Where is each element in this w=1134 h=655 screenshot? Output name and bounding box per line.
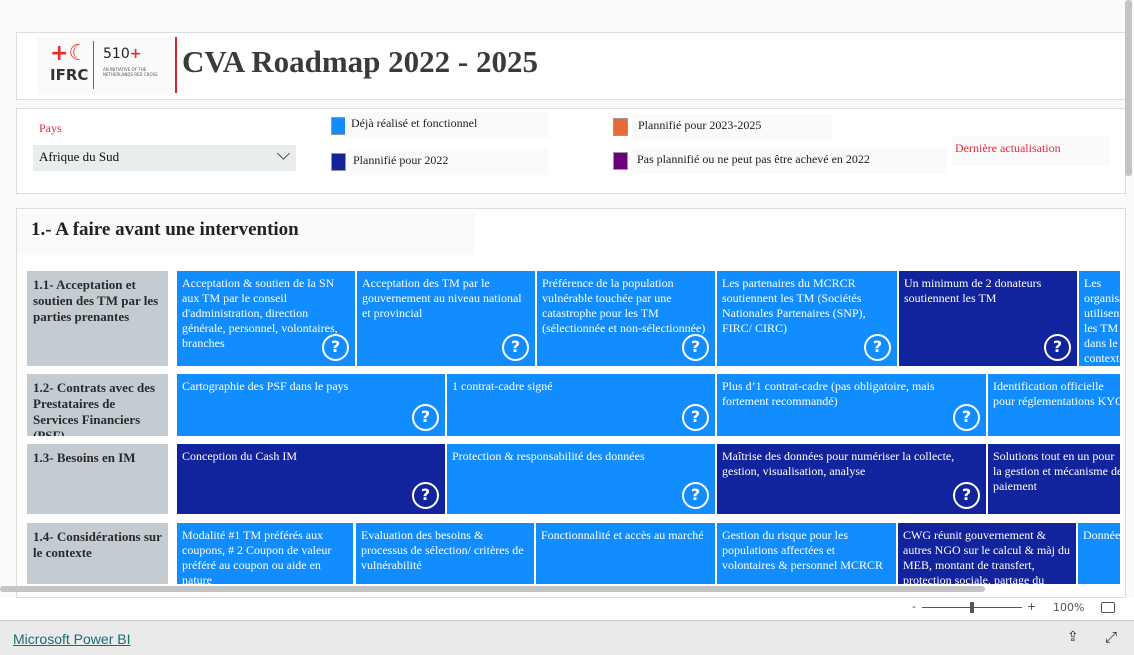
roadmap-tile[interactable]: Les partenaires du MCRCR soutiennent les… <box>717 271 897 366</box>
tile-text: Acceptation des TM par le gouvernement a… <box>362 276 522 320</box>
tile-text: Maîtrise des données pour numériser la c… <box>722 449 955 478</box>
fit-to-page-icon[interactable] <box>1101 602 1115 613</box>
tile-text: Cartographie des PSF dans le pays <box>182 379 349 393</box>
zoom-level: 100% <box>1053 601 1085 614</box>
zoom-bar: - + 100% <box>0 598 1134 620</box>
fullscreen-icon[interactable]: ⤢ <box>1105 628 1117 646</box>
roadmap-tile[interactable]: Modalité #1 TM préférés aux coupons, # 2… <box>177 523 353 584</box>
share-icon[interactable]: ⇪ <box>1067 629 1079 645</box>
tile-text: Préférence de la population vulnérable t… <box>542 276 706 335</box>
zoom-out-button[interactable]: - <box>912 600 916 613</box>
vertical-scrollbar[interactable] <box>1125 0 1132 176</box>
tile-text: Modalité #1 TM préférés aux coupons, # 2… <box>182 528 332 584</box>
roadmap-tile[interactable]: Conception du Cash IM? <box>177 444 445 514</box>
help-icon[interactable]: ? <box>412 482 439 509</box>
help-icon[interactable]: ? <box>682 334 709 361</box>
tile-text: Conception du Cash IM <box>182 449 297 463</box>
tile-text: Solutions tout en un pour la gestion et … <box>993 449 1120 493</box>
help-icon[interactable]: ? <box>502 334 529 361</box>
tile-text: Protection & responsabilité des données <box>452 449 645 463</box>
row-label: 1.1- Acceptation et soutien des TM par l… <box>27 271 168 366</box>
zoom-in-button[interactable]: + <box>1027 600 1036 613</box>
roadmap-grid: 1.1- Acceptation et soutien des TM par l… <box>0 0 1120 584</box>
tile-text: 1 contrat-cadre signé <box>452 379 553 393</box>
help-icon[interactable]: ? <box>953 404 980 431</box>
roadmap-tile[interactable]: Evaluation des besoins & processus de sé… <box>356 523 534 584</box>
tile-text: Données <box>1083 528 1120 542</box>
power-bi-link[interactable]: Microsoft Power BI <box>13 631 130 647</box>
roadmap-tile[interactable]: Identification officielle pour réglement… <box>988 374 1120 436</box>
help-icon[interactable]: ? <box>682 482 709 509</box>
zoom-slider-handle[interactable] <box>970 602 974 613</box>
tile-text: Un minimum de 2 donateurs soutiennent le… <box>904 276 1042 305</box>
help-icon[interactable]: ? <box>1044 334 1071 361</box>
roadmap-tile[interactable]: 1 contrat-cadre signé? <box>447 374 715 436</box>
roadmap-tile[interactable]: Protection & responsabilité des données? <box>447 444 715 514</box>
help-icon[interactable]: ? <box>412 404 439 431</box>
tile-text: CWG réunit gouvernement & autres NGO sur… <box>903 528 1070 584</box>
help-icon[interactable]: ? <box>322 334 349 361</box>
tile-text: Acceptation & soutien de la SN aux TM pa… <box>182 276 338 350</box>
tile-text: Les partenaires du MCRCR soutiennent les… <box>722 276 866 335</box>
tile-text: Plus d’1 contrat-cadre (pas obligatoire,… <box>722 379 935 408</box>
horizontal-scrollbar[interactable] <box>0 586 985 592</box>
row-label: 1.3- Besoins en IM <box>27 444 168 514</box>
roadmap-tile[interactable]: Plus d’1 contrat-cadre (pas obligatoire,… <box>717 374 986 436</box>
roadmap-tile[interactable]: CWG réunit gouvernement & autres NGO sur… <box>898 523 1076 584</box>
tile-text: Identification officielle pour réglement… <box>993 379 1120 408</box>
roadmap-tile[interactable]: Maîtrise des données pour numériser la c… <box>717 444 986 514</box>
help-icon[interactable]: ? <box>682 404 709 431</box>
tile-text: Gestion du risque pour les populations a… <box>722 528 883 572</box>
roadmap-tile[interactable]: Cartographie des PSF dans le pays? <box>177 374 445 436</box>
tile-text: Les organisations utilisent les TM dans … <box>1084 276 1120 365</box>
row-label: 1.2- Contrats avec des Prestataires de S… <box>27 374 168 436</box>
roadmap-tile[interactable]: Les organisations utilisent les TM dans … <box>1079 271 1120 366</box>
roadmap-tile[interactable]: Un minimum de 2 donateurs soutiennent le… <box>899 271 1077 366</box>
tile-text: Fonctionnalité et accès au marché <box>541 528 704 542</box>
roadmap-tile[interactable]: Acceptation & soutien de la SN aux TM pa… <box>177 271 355 366</box>
help-icon[interactable]: ? <box>864 334 891 361</box>
roadmap-tile[interactable]: Préférence de la population vulnérable t… <box>537 271 715 366</box>
roadmap-tile[interactable]: Gestion du risque pour les populations a… <box>717 523 896 584</box>
footer-bar: Microsoft Power BI ⇪ ⤢ <box>0 620 1134 655</box>
tile-text: Evaluation des besoins & processus de sé… <box>361 528 524 572</box>
roadmap-tile[interactable]: Solutions tout en un pour la gestion et … <box>988 444 1120 514</box>
roadmap-tile[interactable]: Données <box>1078 523 1120 584</box>
roadmap-tile[interactable]: Fonctionnalité et accès au marché <box>536 523 715 584</box>
report-canvas: +☾ IFRC 510+ AN INITIATIVE OF THE NETHER… <box>0 0 1134 598</box>
roadmap-tile[interactable]: Acceptation des TM par le gouvernement a… <box>357 271 535 366</box>
row-label: 1.4- Considérations sur le contexte <box>27 523 168 584</box>
help-icon[interactable]: ? <box>953 482 980 509</box>
